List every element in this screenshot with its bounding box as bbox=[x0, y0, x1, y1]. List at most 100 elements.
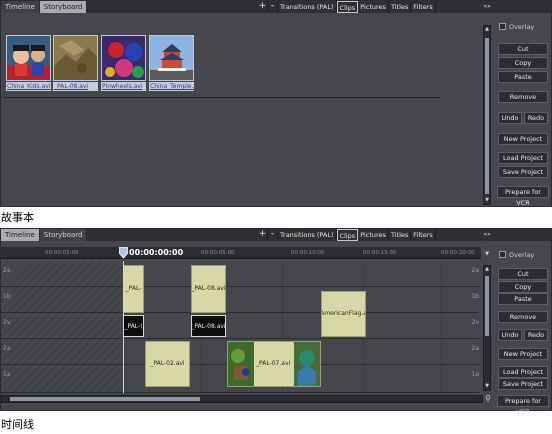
remove-zoom-button[interactable]: - bbox=[268, 229, 278, 241]
timeline-clip[interactable]: _PAL-02.avi bbox=[145, 341, 190, 387]
track-row bbox=[1, 261, 479, 287]
tab-storyboard[interactable]: Storyboard bbox=[39, 1, 88, 13]
copy-button[interactable]: Copy bbox=[498, 281, 548, 293]
storyboard-vscrollbar[interactable]: ▲ ▼ bbox=[483, 25, 491, 205]
tab-transitions[interactable]: Transitions (PAL) bbox=[278, 1, 337, 13]
add-button[interactable]: + bbox=[258, 1, 268, 13]
track-label: 2v bbox=[3, 319, 11, 326]
scroll-down-icon[interactable]: ▼ bbox=[484, 383, 490, 390]
track-label: 1a bbox=[3, 371, 11, 378]
scroll-thumb[interactable] bbox=[485, 276, 489, 336]
tab-clips[interactable]: Clips bbox=[336, 1, 359, 13]
timeline-clip-video[interactable]: _PAL-07.avi bbox=[227, 341, 321, 387]
storyboard-clip[interactable]: Pinwheels.avi bbox=[101, 35, 146, 93]
timeline-hscrollbar[interactable] bbox=[1, 395, 483, 403]
ruler-tick: 00:00:10:00 bbox=[291, 250, 325, 256]
clip-label: _PAL-07.avi bbox=[256, 360, 291, 367]
tab-titles[interactable]: Titles bbox=[389, 229, 412, 241]
timeline-clip-audio[interactable]: _PAL-( bbox=[123, 315, 144, 337]
magnifier-icon[interactable]: ⚲ bbox=[483, 394, 493, 404]
expand-arrows-icon[interactable]: «» bbox=[482, 229, 492, 241]
clip-frame-thumbnail bbox=[294, 342, 320, 386]
ruler-tick: 00:00:15:00 bbox=[363, 250, 397, 256]
clip-label[interactable]: Pinwheels.avi bbox=[101, 82, 146, 91]
library-tabs: + - Transitions (PAL) Clips Pictures Tit… bbox=[258, 1, 436, 13]
time-ruler[interactable]: 00:00:05:00 00:00:05:00 00:00:10:00 00:0… bbox=[1, 247, 481, 259]
track-label: 2a bbox=[3, 345, 11, 352]
expand-arrows-icon[interactable]: «» bbox=[482, 1, 492, 13]
playhead-line bbox=[123, 261, 124, 393]
track-label-right: 2a bbox=[471, 345, 480, 352]
ruler-tick: 00:00:05:00 bbox=[45, 250, 79, 256]
tab-pictures[interactable]: Pictures bbox=[358, 229, 389, 241]
redo-button[interactable]: Redo bbox=[524, 329, 548, 341]
scroll-thumb[interactable] bbox=[10, 397, 200, 401]
remove-zoom-button[interactable]: - bbox=[268, 1, 278, 13]
timeline-clip[interactable]: AmericanFlag.a bbox=[321, 291, 366, 337]
cut-button[interactable]: Cut bbox=[498, 268, 548, 280]
storyboard-clip[interactable]: China_Temple.a bbox=[149, 35, 194, 93]
ruler-tick: 00:00:20:00 bbox=[441, 250, 475, 256]
timeline-clip[interactable]: _PAL-08.avi bbox=[191, 265, 226, 313]
paste-button[interactable]: Paste bbox=[498, 71, 548, 83]
ruler-tick: 00:00:05:00 bbox=[201, 250, 235, 256]
current-timecode: 00:00:00:00 bbox=[129, 248, 184, 257]
prepare-vcr-button[interactable]: Prepare for VCR bbox=[497, 186, 549, 207]
library-tabs: + - Transitions (PAL) Clips Pictures Tit… bbox=[258, 229, 436, 241]
timeline-tracks: 2a 1b 2v 2a 1a 2a 1b 2v 2a 1a _PAL- _PAL… bbox=[1, 261, 481, 393]
tab-filters[interactable]: Filters bbox=[411, 1, 436, 13]
paste-button[interactable]: Paste bbox=[498, 293, 548, 305]
copy-button[interactable]: Copy bbox=[498, 57, 548, 69]
storyboard-panel: Timeline Storyboard + - Transitions (PAL… bbox=[0, 0, 552, 207]
timeline-clip[interactable]: _PAL- bbox=[123, 265, 144, 313]
clip-thumbnail bbox=[53, 35, 98, 81]
playhead-marker-icon[interactable] bbox=[119, 247, 128, 259]
tab-timeline[interactable]: Timeline bbox=[1, 229, 40, 241]
remove-button[interactable]: Remove bbox=[498, 91, 548, 103]
scroll-thumb[interactable] bbox=[485, 38, 489, 194]
storyboard-clip[interactable]: China_Kids.avi bbox=[6, 35, 51, 93]
tab-timeline[interactable]: Timeline bbox=[1, 1, 40, 13]
clip-thumbnail bbox=[6, 35, 51, 81]
timeline-vscrollbar[interactable]: ▲ ▼ bbox=[483, 265, 491, 391]
clip-label[interactable]: China_Kids.avi bbox=[6, 82, 51, 91]
clip-thumbnail bbox=[149, 35, 194, 81]
caption-storyboard: 故事本 bbox=[1, 211, 34, 224]
overlay-checkbox[interactable]: Overlay bbox=[499, 249, 551, 261]
tab-transitions[interactable]: Transitions (PAL) bbox=[278, 229, 337, 241]
track-row bbox=[1, 287, 479, 313]
remove-button[interactable]: Remove bbox=[498, 311, 548, 323]
storyboard-clip[interactable]: _PAL-08.avi bbox=[53, 35, 98, 93]
track-label-right: 1a bbox=[471, 371, 480, 378]
load-project-button[interactable]: Load Project bbox=[498, 366, 548, 378]
add-button[interactable]: + bbox=[258, 229, 268, 241]
checkbox-icon[interactable] bbox=[499, 251, 506, 258]
clip-label[interactable]: China_Temple.a bbox=[149, 82, 194, 91]
tab-filters[interactable]: Filters bbox=[411, 229, 436, 241]
track-label: 2a bbox=[3, 267, 11, 274]
caption-timeline: 时间线 bbox=[1, 418, 34, 431]
timeline-clip-audio[interactable]: _PAL-08.avi bbox=[191, 315, 226, 337]
cut-button[interactable]: Cut bbox=[498, 43, 548, 55]
checkbox-icon[interactable] bbox=[499, 23, 506, 30]
load-project-button[interactable]: Load Project bbox=[498, 152, 548, 164]
redo-button[interactable]: Redo bbox=[524, 112, 548, 124]
scroll-down-icon[interactable]: ▼ bbox=[484, 197, 490, 204]
track-row bbox=[1, 313, 479, 339]
new-project-button[interactable]: New Project bbox=[498, 348, 548, 360]
tab-titles[interactable]: Titles bbox=[389, 1, 412, 13]
save-project-button[interactable]: Save Project bbox=[498, 166, 548, 178]
tab-pictures[interactable]: Pictures bbox=[358, 1, 389, 13]
new-project-button[interactable]: New Project bbox=[498, 133, 548, 145]
clip-label[interactable]: _PAL-08.avi bbox=[53, 82, 98, 91]
save-project-button[interactable]: Save Project bbox=[498, 378, 548, 390]
tab-storyboard[interactable]: Storyboard bbox=[39, 229, 88, 241]
ruler-dropdown-icon[interactable]: ▼ bbox=[483, 249, 491, 259]
tab-clips[interactable]: Clips bbox=[336, 229, 359, 241]
overlay-checkbox[interactable]: Overlay bbox=[499, 21, 551, 33]
scroll-up-icon[interactable]: ▲ bbox=[484, 26, 490, 33]
undo-button[interactable]: Undo bbox=[498, 329, 522, 341]
undo-button[interactable]: Undo bbox=[498, 112, 522, 124]
prepare-vcr-button[interactable]: Prepare for VCR bbox=[497, 395, 549, 416]
scroll-up-icon[interactable]: ▲ bbox=[484, 266, 490, 273]
